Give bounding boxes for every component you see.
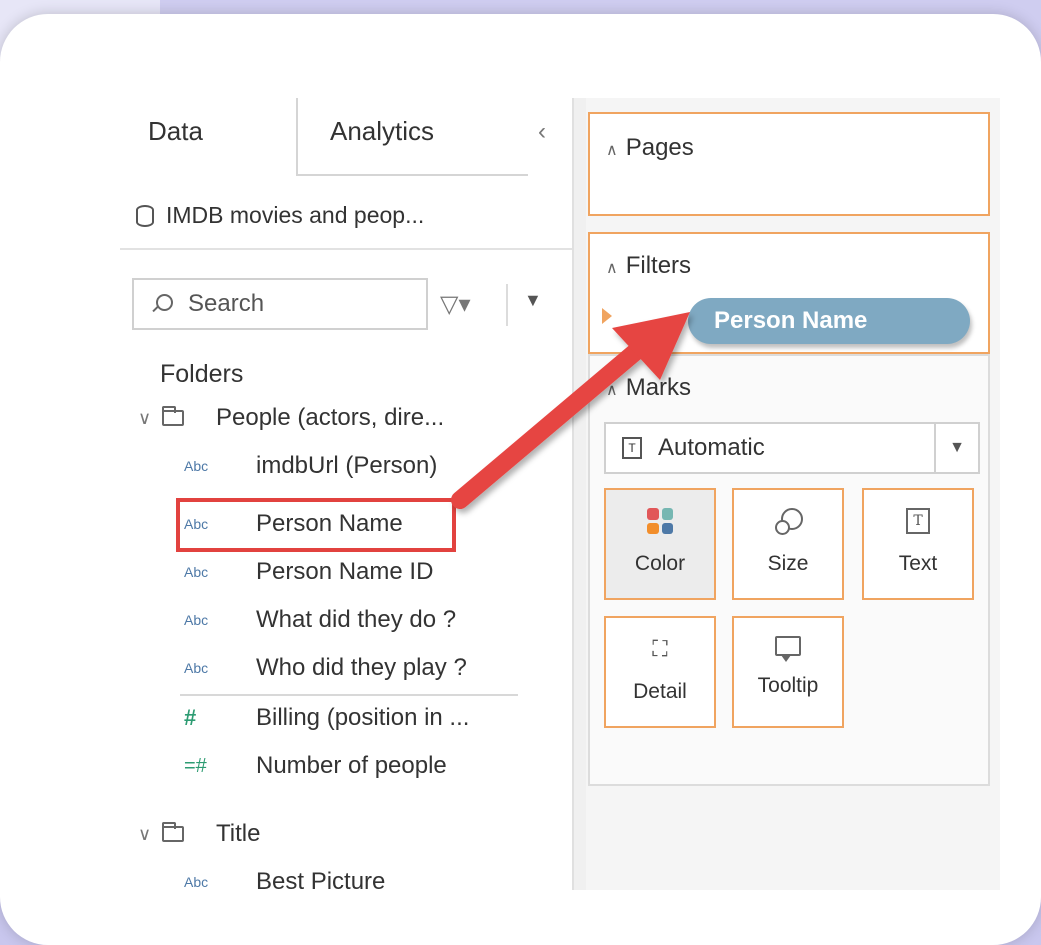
marks-title: ∧ Marks [606, 374, 692, 401]
chevron-up-icon: ∧ [606, 382, 618, 399]
field-item[interactable]: Abc Best Picture [184, 868, 385, 890]
field-item[interactable]: Abc Who did they play ? [184, 654, 467, 682]
size-label: Size [767, 552, 809, 575]
filter-pill-person-name[interactable]: Person Name [688, 298, 970, 344]
field-label: Best Picture [256, 868, 386, 890]
color-label: Color [634, 552, 686, 575]
text-label: Text [898, 552, 938, 575]
pages-shelf[interactable]: ∧ Pages [588, 112, 990, 216]
folder-icon [162, 406, 184, 426]
detail-label: Detail [633, 680, 687, 703]
field-item[interactable]: Abc What did they do ? [184, 606, 456, 634]
pane-splitter[interactable] [572, 98, 586, 890]
chevron-up-icon: ∧ [606, 260, 618, 277]
chevron-down-icon[interactable]: ▼ [934, 424, 978, 472]
pages-title: ∧ Pages [606, 134, 694, 161]
field-item[interactable]: =# Number of people [184, 752, 447, 780]
number-type-icon: # [184, 705, 197, 730]
filters-title: ∧ Filters [606, 252, 692, 279]
shelves-area: ∧ Pages ∧ Filters Person Name ∧ Marks T Aut… [586, 98, 1000, 890]
data-pane: Data Analytics ‹ IMDB movies and peop...… [120, 98, 572, 890]
detail-button[interactable]: ⛶ Detail [604, 616, 716, 728]
folders-heading: Folders [160, 360, 244, 388]
divider [506, 284, 508, 326]
tooltip-label: Tooltip [757, 674, 819, 697]
field-label: What did they do ? [256, 606, 457, 633]
field-label: imdbUrl (Person) [256, 452, 438, 479]
string-type-icon: Abc [184, 612, 209, 628]
pane-menu-icon[interactable]: ▼ [524, 290, 542, 311]
text-button[interactable]: T Text [862, 488, 974, 600]
string-type-icon: Abc [184, 874, 209, 890]
text-icon: T [906, 508, 930, 534]
folder-people[interactable]: ∨ People (actors, dire... [138, 404, 444, 432]
database-icon [136, 204, 154, 227]
marks-card: ∧ Marks T Automatic ▼ Color Size T Text … [588, 354, 990, 786]
collapse-pane-icon[interactable]: ‹ [538, 118, 546, 146]
filter-icon[interactable]: ▽▾ [440, 290, 471, 319]
mark-type-select[interactable]: T Automatic ▼ [604, 422, 980, 474]
filters-shelf[interactable]: ∧ Filters Person Name [588, 232, 990, 354]
folder-title[interactable]: ∨ Title [138, 820, 260, 848]
screenshot-card: Data Analytics ‹ IMDB movies and peop...… [0, 14, 1041, 945]
folder-label: People (actors, dire... [216, 404, 445, 431]
string-type-icon: Abc [184, 660, 209, 676]
search-icon [152, 294, 173, 314]
divider [180, 694, 518, 696]
field-item[interactable]: Abc Person Name ID [184, 558, 433, 586]
mark-type-icon: T [622, 437, 642, 459]
tab-data[interactable]: Data [120, 98, 298, 176]
datasource-item[interactable]: IMDB movies and peop... [136, 202, 424, 229]
mark-type-value: Automatic [658, 434, 765, 461]
color-button[interactable]: Color [604, 488, 716, 600]
divider [120, 248, 572, 250]
datasource-label: IMDB movies and peop... [166, 202, 425, 228]
chevron-up-icon: ∧ [606, 142, 618, 159]
folder-icon [162, 822, 184, 842]
field-label: Who did they play ? [256, 654, 467, 681]
color-icon [647, 508, 673, 534]
field-item[interactable]: Abc imdbUrl (Person) [184, 452, 437, 480]
calculated-number-icon: =# [184, 754, 207, 777]
string-type-icon: Abc [184, 458, 209, 474]
search-placeholder: Search [188, 290, 265, 317]
search-input[interactable]: Search [132, 278, 428, 330]
highlight-box [176, 498, 456, 552]
size-icon [775, 508, 803, 535]
chevron-down-icon: ∨ [138, 823, 152, 844]
field-item[interactable]: # Billing (position in ... [184, 704, 469, 732]
tooltip-icon [775, 636, 801, 662]
drop-indicator-icon [602, 308, 612, 324]
string-type-icon: Abc [184, 564, 209, 580]
tableau-window: Data Analytics ‹ IMDB movies and peop...… [120, 98, 1000, 890]
field-label: Billing (position in ... [256, 704, 470, 731]
field-label: Number of people [256, 752, 447, 779]
detail-icon: ⛶ [652, 636, 668, 661]
tooltip-button[interactable]: Tooltip [732, 616, 844, 728]
folder-label: Title [216, 820, 261, 847]
tab-analytics[interactable]: Analytics [298, 98, 528, 176]
size-button[interactable]: Size [732, 488, 844, 600]
pane-tabs: Data Analytics ‹ [120, 98, 572, 176]
field-label: Person Name ID [256, 558, 434, 585]
chevron-down-icon: ∨ [138, 407, 152, 428]
